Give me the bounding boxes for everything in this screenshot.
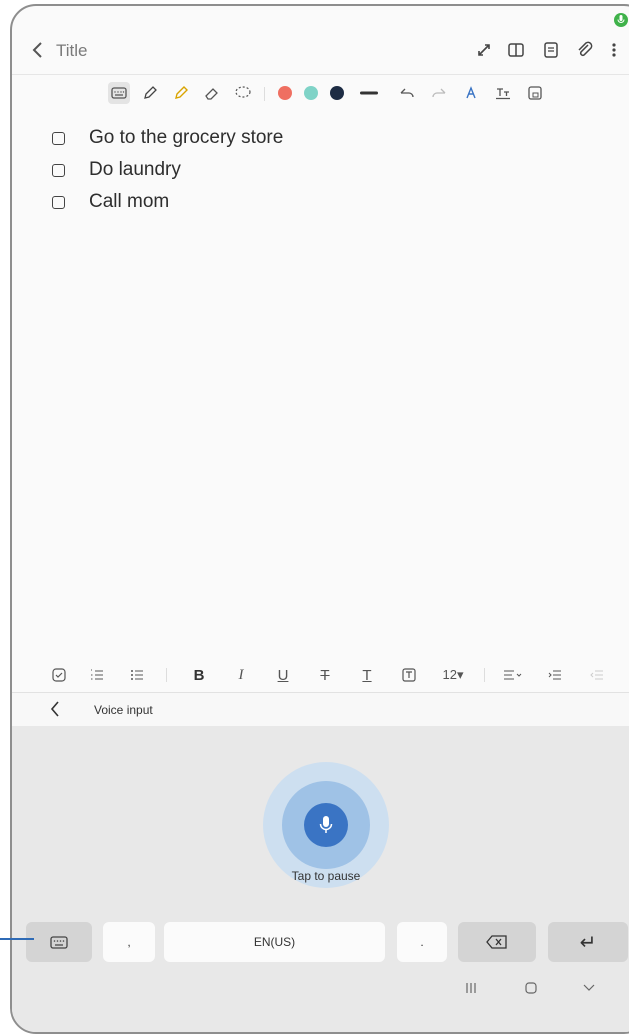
voice-keyboard-panel: Tap to pause , EN(US) . ↵ [12, 726, 629, 1032]
hide-keyboard-icon[interactable] [582, 982, 596, 997]
backspace-key[interactable] [458, 922, 536, 962]
color-swatch-teal[interactable] [304, 86, 318, 100]
highlighter-icon[interactable] [170, 82, 192, 104]
pen-icon[interactable] [139, 82, 161, 104]
indent-icon[interactable] [544, 664, 566, 686]
home-icon[interactable] [524, 982, 538, 997]
keyboard-icon[interactable] [108, 82, 130, 104]
undo-icon[interactable] [396, 82, 418, 104]
list-item: Call mom [52, 186, 283, 218]
list-item: Do laundry [52, 154, 283, 186]
checklist-item-text[interactable]: Go to the grocery store [89, 127, 283, 149]
voice-input-bar: Voice input [12, 692, 629, 727]
text-box-icon[interactable] [492, 82, 514, 104]
bulleted-list-icon[interactable] [126, 664, 148, 686]
expand-icon[interactable] [474, 40, 494, 60]
enter-key[interactable]: ↵ [548, 922, 628, 962]
eraser-icon[interactable] [201, 82, 223, 104]
keyboard-icon [50, 935, 68, 949]
note-header: Title [12, 26, 629, 76]
bold-button[interactable]: B [188, 664, 210, 686]
back-icon[interactable] [26, 38, 50, 62]
note-title[interactable]: Title [56, 41, 88, 61]
system-nav-bar [12, 976, 629, 1006]
redo-icon[interactable] [428, 82, 450, 104]
align-dropdown-icon[interactable] [500, 664, 526, 686]
checklist-item-text[interactable]: Call mom [89, 191, 169, 213]
tool-separator [264, 87, 265, 101]
color-swatch-navy[interactable] [330, 86, 344, 100]
format-toolbar: B I U T T 12▾ [12, 660, 629, 690]
screen: Title Go to the grocery store Do laundry… [12, 6, 629, 1032]
microphone-icon [319, 816, 333, 833]
checklist-icon[interactable] [48, 664, 70, 686]
line-width-icon[interactable] [358, 82, 380, 104]
attach-icon[interactable] [575, 40, 595, 60]
text-background-icon[interactable] [398, 664, 420, 686]
space-key[interactable]: EN(US) [164, 922, 385, 962]
checkbox[interactable] [52, 163, 65, 177]
pen-toolbar [12, 80, 629, 108]
voice-status: Tap to pause [291, 869, 361, 883]
device-frame: Title Go to the grocery store Do laundry… [10, 4, 629, 1034]
list-item: Go to the grocery store [52, 122, 283, 154]
font-size-dropdown[interactable]: 12▾ [436, 664, 470, 686]
backspace-icon [486, 935, 507, 949]
keyboard-switch-button[interactable] [26, 922, 92, 962]
mic-button[interactable] [304, 803, 348, 847]
checkbox[interactable] [52, 195, 65, 209]
italic-button[interactable]: I [230, 664, 252, 686]
strikethrough-button[interactable]: T [314, 664, 336, 686]
checklist: Go to the grocery store Do laundry Call … [52, 122, 283, 218]
checkbox[interactable] [52, 131, 65, 145]
underline-button[interactable]: U [272, 664, 294, 686]
voice-input-label: Voice input [94, 703, 153, 717]
lock-icon[interactable] [524, 82, 546, 104]
header-divider [12, 74, 629, 75]
format-separator [166, 668, 167, 682]
more-icon[interactable] [604, 40, 624, 60]
text-color-button[interactable]: T [356, 664, 378, 686]
outdent-icon[interactable] [586, 664, 608, 686]
book-view-icon[interactable] [506, 40, 526, 60]
numbered-list-icon[interactable] [86, 664, 108, 686]
style-icon[interactable] [460, 82, 482, 104]
mic-in-use-indicator [614, 13, 628, 27]
period-key[interactable]: . [397, 922, 447, 962]
page-icon[interactable] [541, 40, 561, 60]
checklist-item-text[interactable]: Do laundry [89, 159, 181, 181]
format-separator [484, 668, 485, 682]
lasso-icon[interactable] [232, 82, 254, 104]
color-swatch-red[interactable] [278, 86, 292, 100]
chevron-left-icon[interactable] [48, 700, 62, 723]
recent-apps-icon[interactable] [464, 982, 478, 997]
comma-key[interactable]: , [103, 922, 155, 962]
callout-line [0, 938, 34, 940]
